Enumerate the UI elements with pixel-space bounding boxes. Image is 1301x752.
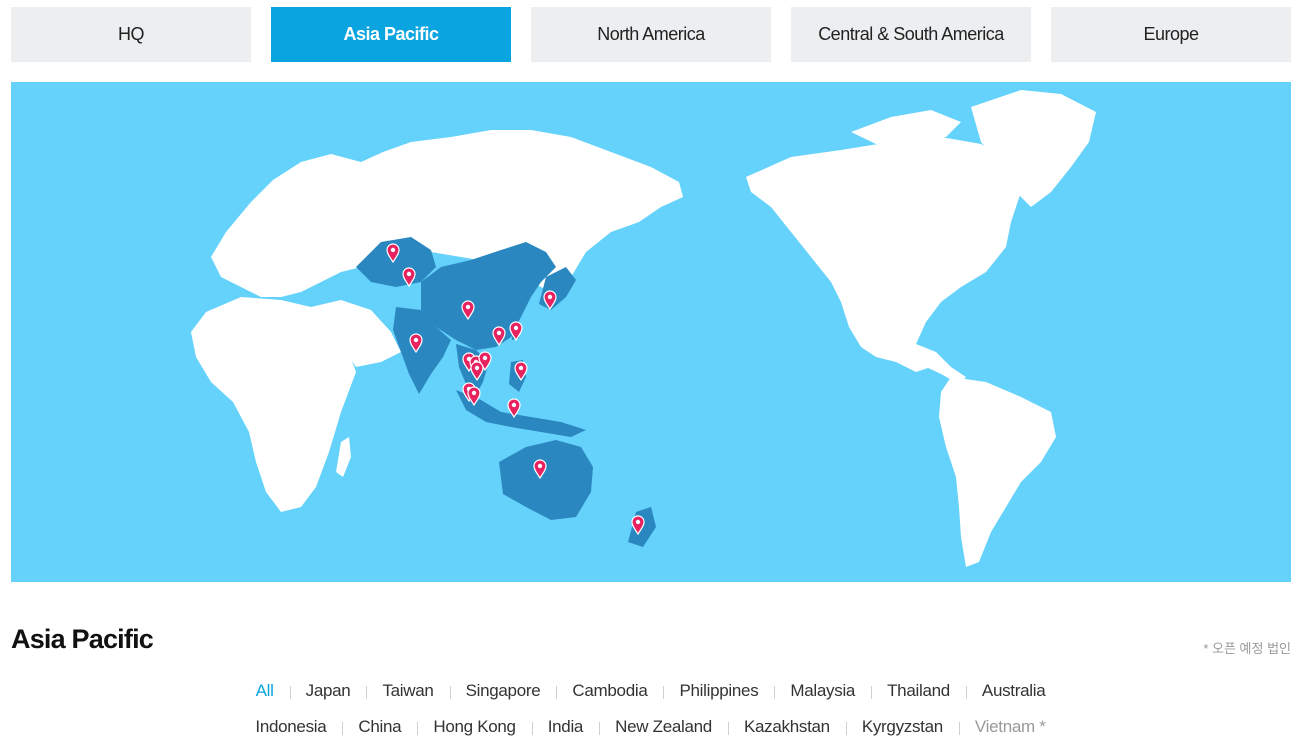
filter-malaysia[interactable]: Malaysia (774, 681, 871, 701)
region-tabs: HQ Asia Pacific North America Central & … (11, 7, 1291, 62)
filter-new-zealand[interactable]: New Zealand (599, 717, 728, 737)
tab-europe[interactable]: Europe (1051, 7, 1291, 62)
country-filters: All Japan Taiwan Singapore Cambodia Phil… (0, 676, 1301, 748)
filter-kazakhstan[interactable]: Kazakhstan (727, 717, 846, 737)
land-south-america (939, 377, 1056, 567)
region-australia (499, 440, 593, 520)
filter-china[interactable]: China (342, 717, 417, 737)
world-map-svg (191, 90, 1096, 567)
land-north-america (746, 137, 1021, 372)
land-masses (191, 90, 1096, 567)
filter-japan[interactable]: Japan (289, 681, 367, 701)
section-title: Asia Pacific (11, 624, 154, 654)
filter-india[interactable]: India (531, 717, 599, 737)
filter-thailand[interactable]: Thailand (871, 681, 966, 701)
filter-row-2: Indonesia China Hong Kong India New Zeal… (0, 712, 1301, 742)
filter-taiwan[interactable]: Taiwan (366, 681, 449, 701)
filter-row-1: All Japan Taiwan Singapore Cambodia Phil… (0, 676, 1301, 706)
tab-asia-pacific[interactable]: Asia Pacific (271, 7, 511, 62)
filter-hong-kong[interactable]: Hong Kong (417, 717, 531, 737)
filter-indonesia[interactable]: Indonesia (239, 717, 342, 737)
tab-hq[interactable]: HQ (11, 7, 251, 62)
filter-kyrgyzstan[interactable]: Kyrgyzstan (845, 717, 959, 737)
land-madagascar (336, 437, 351, 477)
filter-cambodia[interactable]: Cambodia (556, 681, 663, 701)
filter-singapore[interactable]: Singapore (449, 681, 557, 701)
tab-north-america[interactable]: North America (531, 7, 771, 62)
filter-australia[interactable]: Australia (965, 681, 1061, 701)
filter-philippines[interactable]: Philippines (663, 681, 774, 701)
asia-pacific-countries (356, 237, 656, 547)
world-map (11, 82, 1291, 582)
pending-note: * 오픈 예정 법인 (1203, 641, 1291, 656)
filter-all[interactable]: All (240, 681, 290, 701)
tab-central-south-america[interactable]: Central & South America (791, 7, 1031, 62)
filter-vietnam[interactable]: Vietnam * (958, 717, 1062, 737)
